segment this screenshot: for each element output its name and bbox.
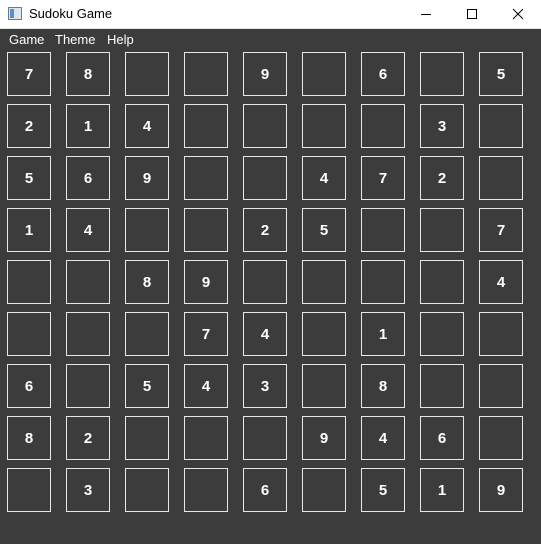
close-button[interactable] — [495, 0, 541, 28]
cell-r9c6[interactable] — [302, 468, 346, 512]
cell-r5c5[interactable] — [243, 260, 287, 304]
window-title: Sudoku Game — [29, 6, 113, 21]
cell-r1c7[interactable]: 6 — [361, 52, 405, 96]
close-icon — [512, 8, 524, 20]
menu-help[interactable]: Help — [107, 32, 134, 47]
cell-r4c5[interactable]: 2 — [243, 208, 287, 252]
cell-r8c2[interactable]: 2 — [66, 416, 110, 460]
cell-r3c8[interactable]: 2 — [420, 156, 464, 200]
maximize-button[interactable] — [449, 0, 495, 28]
cell-r2c8[interactable]: 3 — [420, 104, 464, 148]
cell-r6c6[interactable] — [302, 312, 346, 356]
cell-r2c6[interactable] — [302, 104, 346, 148]
cell-r5c9[interactable]: 4 — [479, 260, 523, 304]
cell-r9c3[interactable] — [125, 468, 169, 512]
cell-r1c2[interactable]: 8 — [66, 52, 110, 96]
cell-r7c7[interactable]: 8 — [361, 364, 405, 408]
cell-r1c4[interactable] — [184, 52, 228, 96]
cell-r7c9[interactable] — [479, 364, 523, 408]
cell-r1c5[interactable]: 9 — [243, 52, 287, 96]
cell-r5c8[interactable] — [420, 260, 464, 304]
cell-r2c3[interactable]: 4 — [125, 104, 169, 148]
minimize-button[interactable] — [403, 0, 449, 28]
cell-r1c3[interactable] — [125, 52, 169, 96]
cell-r3c6[interactable]: 4 — [302, 156, 346, 200]
cell-r3c2[interactable]: 6 — [66, 156, 110, 200]
cell-r4c9[interactable]: 7 — [479, 208, 523, 252]
cell-r2c5[interactable] — [243, 104, 287, 148]
cell-r5c6[interactable] — [302, 260, 346, 304]
cell-r8c7[interactable]: 4 — [361, 416, 405, 460]
cell-r2c4[interactable] — [184, 104, 228, 148]
cell-r2c2[interactable]: 1 — [66, 104, 110, 148]
cell-r7c1[interactable]: 6 — [7, 364, 51, 408]
cell-r7c3[interactable]: 5 — [125, 364, 169, 408]
cell-r3c5[interactable] — [243, 156, 287, 200]
menu-bar: Game Theme Help — [0, 30, 541, 50]
cell-r5c1[interactable] — [7, 260, 51, 304]
cell-r6c7[interactable]: 1 — [361, 312, 405, 356]
cell-r5c4[interactable]: 9 — [184, 260, 228, 304]
menu-game[interactable]: Game — [9, 32, 44, 47]
cell-r6c3[interactable] — [125, 312, 169, 356]
cell-r8c8[interactable]: 6 — [420, 416, 464, 460]
cell-r3c1[interactable]: 5 — [7, 156, 51, 200]
cell-r5c7[interactable] — [361, 260, 405, 304]
cell-r7c8[interactable] — [420, 364, 464, 408]
maximize-icon — [467, 9, 477, 19]
cell-r8c1[interactable]: 8 — [7, 416, 51, 460]
cell-r4c3[interactable] — [125, 208, 169, 252]
cell-r3c4[interactable] — [184, 156, 228, 200]
cell-r4c6[interactable]: 5 — [302, 208, 346, 252]
cell-r8c5[interactable] — [243, 416, 287, 460]
cell-r9c4[interactable] — [184, 468, 228, 512]
cell-r6c9[interactable] — [479, 312, 523, 356]
cell-r7c6[interactable] — [302, 364, 346, 408]
sudoku-board: 7 8 9 6 5 2 1 4 3 5 6 9 4 7 2 1 4 2 5 7 … — [7, 52, 523, 512]
cell-r7c5[interactable]: 3 — [243, 364, 287, 408]
cell-r9c2[interactable]: 3 — [66, 468, 110, 512]
cell-r7c4[interactable]: 4 — [184, 364, 228, 408]
cell-r1c6[interactable] — [302, 52, 346, 96]
cell-r8c9[interactable] — [479, 416, 523, 460]
cell-r1c1[interactable]: 7 — [7, 52, 51, 96]
cell-r3c3[interactable]: 9 — [125, 156, 169, 200]
cell-r9c1[interactable] — [7, 468, 51, 512]
cell-r2c7[interactable] — [361, 104, 405, 148]
cell-r6c8[interactable] — [420, 312, 464, 356]
cell-r9c7[interactable]: 5 — [361, 468, 405, 512]
cell-r4c4[interactable] — [184, 208, 228, 252]
cell-r9c9[interactable]: 9 — [479, 468, 523, 512]
cell-r3c7[interactable]: 7 — [361, 156, 405, 200]
cell-r6c5[interactable]: 4 — [243, 312, 287, 356]
cell-r5c3[interactable]: 8 — [125, 260, 169, 304]
cell-r1c8[interactable] — [420, 52, 464, 96]
cell-r7c2[interactable] — [66, 364, 110, 408]
cell-r4c8[interactable] — [420, 208, 464, 252]
cell-r3c9[interactable] — [479, 156, 523, 200]
cell-r6c2[interactable] — [66, 312, 110, 356]
cell-r4c1[interactable]: 1 — [7, 208, 51, 252]
cell-r4c7[interactable] — [361, 208, 405, 252]
cell-r6c1[interactable] — [7, 312, 51, 356]
cell-r8c3[interactable] — [125, 416, 169, 460]
title-bar: Sudoku Game — [0, 0, 541, 29]
cell-r8c6[interactable]: 9 — [302, 416, 346, 460]
cell-r6c4[interactable]: 7 — [184, 312, 228, 356]
cell-r2c9[interactable] — [479, 104, 523, 148]
cell-r5c2[interactable] — [66, 260, 110, 304]
app-icon — [8, 7, 22, 20]
cell-r8c4[interactable] — [184, 416, 228, 460]
cell-r4c2[interactable]: 4 — [66, 208, 110, 252]
cell-r2c1[interactable]: 2 — [7, 104, 51, 148]
menu-theme[interactable]: Theme — [55, 32, 95, 47]
minimize-icon — [421, 14, 431, 15]
cell-r9c8[interactable]: 1 — [420, 468, 464, 512]
cell-r9c5[interactable]: 6 — [243, 468, 287, 512]
cell-r1c9[interactable]: 5 — [479, 52, 523, 96]
